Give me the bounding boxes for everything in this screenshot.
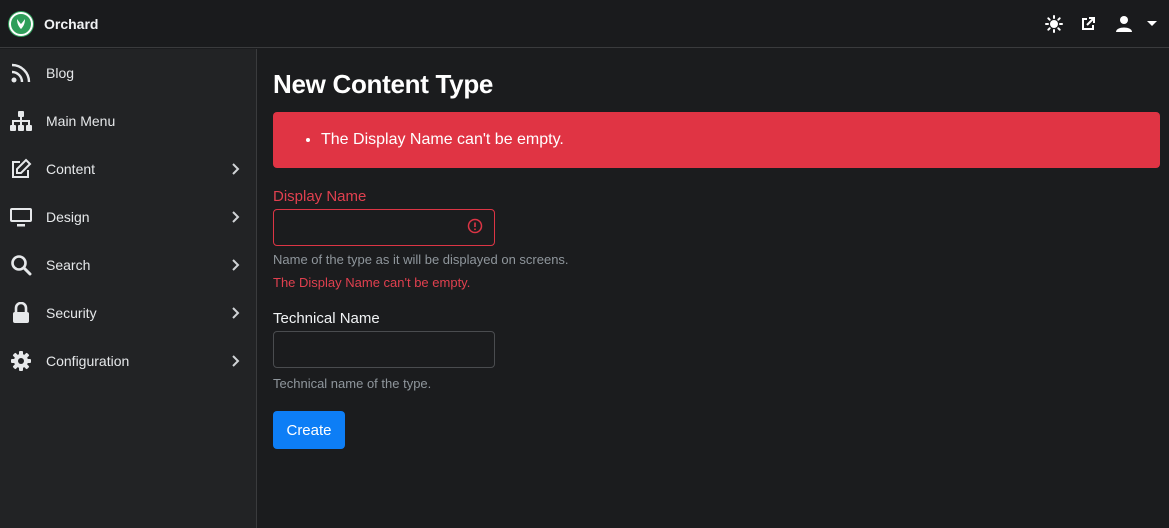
technical-name-help: Technical name of the type.: [273, 376, 432, 391]
sidebar-item-label: Blog: [46, 65, 75, 81]
brand-name: Orchard: [44, 15, 99, 32]
technical-name-label: Technical Name: [273, 310, 380, 327]
sidebar-item-security[interactable]: Security: [0, 289, 256, 337]
user-menu[interactable]: [1107, 9, 1157, 39]
search-icon: [8, 252, 34, 278]
chevron-right-icon: [230, 307, 242, 319]
lock-icon: [8, 300, 34, 326]
sidebar-item-label: Design: [46, 209, 90, 225]
alert-message: The Display Name can't be empty.: [321, 131, 564, 149]
sitemap-icon: [8, 108, 34, 134]
sidebar-item-design[interactable]: Design: [0, 193, 256, 241]
edit-icon: [8, 156, 34, 182]
rss-icon: [8, 60, 34, 86]
monitor-icon: [8, 204, 34, 230]
sidebar-item-search[interactable]: Search: [0, 241, 256, 289]
display-name-input[interactable]: [273, 209, 495, 246]
create-button[interactable]: Create: [273, 411, 345, 449]
display-name-help: Name of the type as it will be displayed…: [273, 252, 569, 267]
sidebar: Blog Main Menu Content Design Search Sec…: [0, 49, 257, 528]
sidebar-item-label: Security: [46, 305, 97, 321]
top-navbar: Orchard: [0, 0, 1169, 48]
validation-alert: The Display Name can't be empty.: [273, 112, 1160, 168]
error-icon: [467, 218, 483, 234]
sidebar-item-main-menu[interactable]: Main Menu: [0, 97, 256, 145]
chevron-down-icon: [1147, 21, 1157, 26]
chevron-right-icon: [230, 355, 242, 367]
brand[interactable]: Orchard: [8, 10, 99, 37]
orchard-logo-icon: [8, 10, 34, 37]
display-name-error: The Display Name can't be empty.: [273, 275, 471, 290]
display-name-label: Display Name: [273, 188, 367, 205]
sidebar-item-label: Content: [46, 161, 96, 177]
sidebar-item-configuration[interactable]: Configuration: [0, 337, 256, 385]
theme-toggle-icon[interactable]: [1037, 9, 1071, 39]
chevron-right-icon: [230, 211, 242, 223]
sidebar-item-label: Configuration: [46, 353, 130, 369]
gear-icon: [8, 348, 34, 374]
sidebar-item-label: Main Menu: [46, 113, 116, 129]
chevron-right-icon: [230, 259, 242, 271]
user-icon: [1107, 9, 1141, 39]
page-title: New Content Type: [273, 69, 494, 99]
sidebar-item-label: Search: [46, 257, 91, 273]
technical-name-input[interactable]: [273, 331, 495, 368]
main-content: New Content Type The Display Name can't …: [273, 49, 1160, 449]
sidebar-item-blog[interactable]: Blog: [0, 49, 256, 97]
external-link-icon[interactable]: [1071, 9, 1105, 39]
sidebar-item-content[interactable]: Content: [0, 145, 256, 193]
chevron-right-icon: [230, 163, 242, 175]
